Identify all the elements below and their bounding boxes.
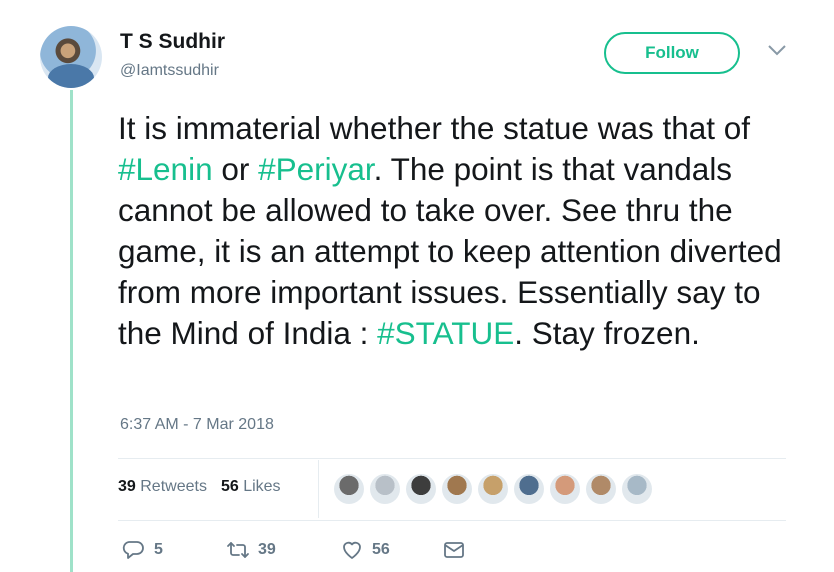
retweet-icon xyxy=(227,542,249,558)
direct-message-action[interactable] xyxy=(442,538,466,562)
liker-avatar[interactable] xyxy=(550,474,580,504)
retweet-stat-label: Retweets xyxy=(140,478,207,495)
reply-count: 5 xyxy=(154,541,163,558)
liker-avatar[interactable] xyxy=(370,474,400,504)
retweet-count: 39 xyxy=(258,541,276,558)
liker-avatar[interactable] xyxy=(334,474,364,504)
author-name[interactable]: T S Sudhir xyxy=(120,30,225,54)
liker-avatar[interactable] xyxy=(514,474,544,504)
liker-avatar[interactable] xyxy=(478,474,508,504)
retweet-action[interactable]: 39 xyxy=(226,538,340,562)
direct-message-icon xyxy=(444,542,464,558)
stats-separator xyxy=(318,460,319,518)
divider xyxy=(118,458,786,459)
heart-icon xyxy=(343,541,361,559)
tweet-text-segment: or xyxy=(212,151,259,187)
divider xyxy=(118,520,786,521)
avatar[interactable] xyxy=(40,26,102,88)
like-stat-count: 56 xyxy=(220,478,239,495)
retweet-stat-count: 39 xyxy=(118,478,136,495)
like-stat-label: Likes xyxy=(243,478,281,495)
tweet-actions: 5 39 56 xyxy=(122,538,466,562)
reply-action[interactable]: 5 xyxy=(122,538,226,562)
avatar-figure xyxy=(48,64,94,88)
reply-icon xyxy=(122,541,144,559)
tweet-text-segment: It is immaterial whether the statue was … xyxy=(118,110,751,146)
tweet-timestamp[interactable]: 6:37 AM - 7 Mar 2018 xyxy=(120,416,274,434)
caret-down-icon[interactable] xyxy=(766,42,788,58)
hashtag-periyar[interactable]: #Periyar xyxy=(258,151,374,187)
tweet-text: It is immaterial whether the statue was … xyxy=(118,108,798,354)
hashtag-lenin[interactable]: #Lenin xyxy=(118,151,213,187)
like-count: 56 xyxy=(372,541,390,558)
retweet-stat[interactable]: 39 Retweets xyxy=(118,478,207,496)
liker-avatar[interactable] xyxy=(442,474,472,504)
author-handle[interactable]: @Iamtssudhir xyxy=(120,62,219,80)
liker-avatar[interactable] xyxy=(406,474,436,504)
tweet-stats: 39 Retweets 56 Likes xyxy=(118,478,281,496)
hashtag-statue[interactable]: #STATUE xyxy=(377,315,514,351)
thread-line xyxy=(70,90,73,572)
like-action[interactable]: 56 xyxy=(340,538,442,562)
liker-avatars xyxy=(334,474,652,504)
like-stat[interactable]: 56 Likes xyxy=(221,478,281,496)
liker-avatar[interactable] xyxy=(586,474,616,504)
liker-avatar[interactable] xyxy=(622,474,652,504)
follow-button[interactable]: Follow xyxy=(604,32,740,74)
tweet-text-segment: . Stay frozen. xyxy=(514,315,700,351)
